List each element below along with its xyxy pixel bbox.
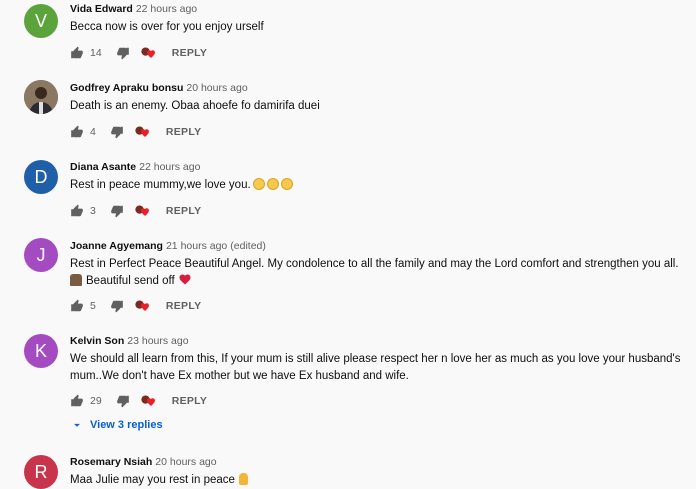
comment-text-content: Rest in Perfect Peace Beautiful Angel. M…	[70, 258, 679, 270]
comment-header: Diana Asante 22 hours ago	[70, 160, 688, 174]
thumbs-up-icon[interactable]	[70, 46, 84, 60]
creator-heart-icon[interactable]	[140, 46, 158, 60]
comment-actions: 3 REPLY	[70, 204, 201, 218]
hand-emoji-icon	[238, 473, 248, 485]
comment-text: We should all learn from this, If your m…	[70, 353, 681, 382]
creator-heart-icon[interactable]	[134, 299, 152, 313]
comment-text-content: Maa Julie may you rest in peace	[70, 474, 235, 486]
thumbs-up-icon[interactable]	[70, 204, 84, 218]
reply-button[interactable]: REPLY	[172, 395, 208, 407]
creator-heart-icon[interactable]	[140, 394, 158, 408]
comment-time[interactable]: 20 hours ago	[186, 82, 247, 94]
reply-button[interactable]: REPLY	[166, 300, 202, 312]
comment-time[interactable]: 22 hours ago	[139, 161, 200, 173]
reply-button[interactable]: REPLY	[172, 47, 208, 59]
reply-button[interactable]: REPLY	[166, 205, 202, 217]
author-name[interactable]: Diana Asante	[70, 161, 136, 173]
avatar[interactable]: R	[24, 455, 58, 489]
edited-label: (edited)	[230, 240, 266, 252]
thumbs-up-icon[interactable]	[70, 394, 84, 408]
comment-actions: 14 REPLY	[70, 46, 207, 60]
thumbs-down-icon[interactable]	[110, 204, 124, 218]
comment-actions: 5 REPLY	[70, 299, 201, 313]
author-name[interactable]: Vida Edward	[70, 3, 133, 15]
thumbs-down-icon[interactable]	[110, 125, 124, 139]
comment-time[interactable]: 21 hours ago	[166, 240, 227, 252]
avatar[interactable]: D	[24, 160, 58, 194]
comment-actions: 29 REPLY	[70, 394, 207, 408]
thumbs-down-icon[interactable]	[116, 394, 130, 408]
author-name[interactable]: Joanne Agyemang	[70, 240, 163, 252]
creator-heart-icon[interactable]	[134, 204, 152, 218]
avatar[interactable]	[24, 80, 58, 114]
avatar-photo	[24, 80, 58, 114]
reply-button[interactable]: REPLY	[166, 126, 202, 138]
like-count: 3	[90, 205, 96, 217]
view-replies-button[interactable]: View 3 replies	[70, 418, 163, 432]
avatar[interactable]: J	[24, 238, 58, 272]
thumbs-up-icon[interactable]	[70, 125, 84, 139]
heart-emoji-icon	[179, 274, 191, 285]
comment-text: Rest in peace mummy,we love you.	[70, 177, 688, 194]
like-count: 14	[90, 47, 102, 59]
comment-header: Rosemary Nsiah 20 hours ago	[70, 455, 688, 469]
crying-emoji-icon	[252, 178, 265, 190]
comment-text-line2: Beautiful send off	[70, 273, 688, 290]
comment-header: Vida Edward 22 hours ago	[70, 2, 688, 16]
avatar-letter: J	[36, 244, 46, 265]
praying-hands-emoji-icon	[70, 274, 82, 286]
like-count: 5	[90, 300, 96, 312]
comment-text: Maa Julie may you rest in peace	[70, 472, 688, 489]
comment-time[interactable]: 22 hours ago	[136, 3, 197, 15]
thumbs-down-icon[interactable]	[116, 46, 130, 60]
comment-header: Joanne Agyemang 21 hours ago (edited)	[70, 239, 688, 253]
avatar-letter: R	[34, 461, 48, 482]
comment-text-content: Rest in peace mummy,we love you.	[70, 179, 251, 191]
comment-text: Becca now is over for you enjoy urself	[70, 21, 264, 33]
creator-heart-icon[interactable]	[134, 125, 152, 139]
author-name[interactable]: Godfrey Apraku bonsu	[70, 82, 183, 94]
crying-emoji-icon	[266, 178, 279, 190]
comment-text-content-2: Beautiful send off	[86, 275, 175, 287]
view-replies-label: View 3 replies	[90, 419, 163, 431]
avatar-letter: V	[34, 10, 47, 31]
comment-text: Death is an enemy. Obaa ahoefe fo damiri…	[70, 100, 320, 112]
comment-actions: 4 REPLY	[70, 125, 201, 139]
comment-time[interactable]: 20 hours ago	[155, 456, 216, 468]
author-name[interactable]: Rosemary Nsiah	[70, 456, 152, 468]
comment-header: Kelvin Son 23 hours ago	[70, 334, 688, 348]
thumbs-up-icon[interactable]	[70, 299, 84, 313]
avatar-letter: K	[34, 340, 47, 361]
chevron-down-icon	[74, 423, 80, 427]
comment-time[interactable]: 23 hours ago	[127, 335, 188, 347]
avatar-letter: D	[34, 166, 48, 187]
thumbs-down-icon[interactable]	[110, 299, 124, 313]
like-count: 4	[90, 126, 96, 138]
like-count: 29	[90, 395, 102, 407]
avatar[interactable]: K	[24, 334, 58, 368]
crying-emoji-icon	[280, 178, 293, 190]
author-name[interactable]: Kelvin Son	[70, 335, 124, 347]
comment-text: Rest in Perfect Peace Beautiful Angel. M…	[70, 256, 688, 290]
avatar[interactable]: V	[24, 4, 58, 38]
comment-header: Godfrey Apraku bonsu 20 hours ago	[70, 81, 688, 95]
